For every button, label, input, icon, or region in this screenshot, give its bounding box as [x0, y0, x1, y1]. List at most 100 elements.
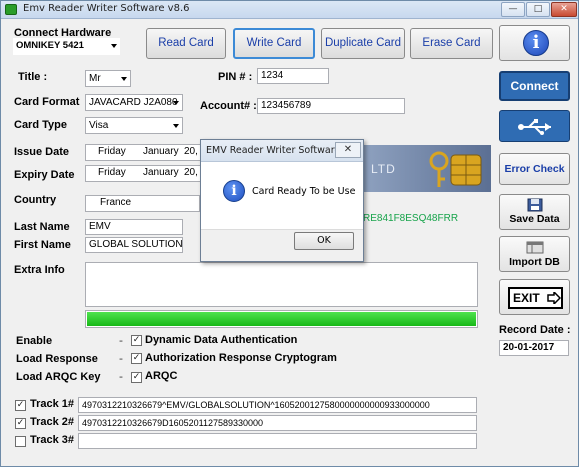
track-3-checkbox[interactable]	[15, 436, 26, 447]
load-arqc-checkbox[interactable]: ✓	[131, 372, 142, 383]
issue-date-picker[interactable]: Friday January 20,	[85, 144, 207, 161]
arrow-right-icon	[547, 292, 561, 304]
exit-icon: EXIT	[508, 287, 563, 309]
usb-icon	[518, 119, 551, 135]
record-date-label: Record Date :	[499, 324, 571, 336]
save-data-label: Save Data	[509, 213, 560, 225]
last-name-label: Last Name	[14, 221, 70, 233]
hardware-select-value: OMNIKEY 5421	[16, 40, 84, 51]
import-db-label: Import DB	[509, 256, 560, 268]
card-type-select-value: Visa	[89, 120, 109, 131]
account-label: Account# :	[200, 100, 257, 112]
write-card-button[interactable]: Write Card	[233, 28, 315, 59]
title-bar: Emv Reader Writer Software v8.6 — □ ✕	[1, 1, 578, 19]
message-dialog: EMV Reader Writer Software v... ✕ i Card…	[200, 139, 364, 262]
dialog-message: Card Ready To be Use	[252, 186, 356, 197]
track-1-checkbox[interactable]: ✓	[15, 400, 26, 411]
ok-button[interactable]: OK	[294, 232, 354, 250]
track-1-input[interactable]: 4970312210326679^EMV/GLOBALSOLUTION^1605…	[78, 397, 477, 413]
card-banner-image: LTD	[361, 145, 491, 192]
minimize-button[interactable]: —	[501, 2, 525, 17]
extra-info-label: Extra Info	[14, 264, 65, 276]
title-select-value: Mr	[89, 73, 101, 84]
track-2-label: Track 2#	[30, 416, 75, 428]
card-type-label: Card Type	[14, 119, 67, 131]
track-3-label: Track 3#	[30, 434, 75, 446]
error-check-button[interactable]: Error Check	[499, 153, 570, 185]
load-arqc-dash: -	[119, 370, 123, 383]
track-3-input[interactable]	[78, 433, 477, 449]
load-response-dash: -	[119, 352, 123, 365]
load-response-label: Load Response	[16, 353, 98, 365]
exit-button[interactable]: EXIT	[499, 279, 570, 315]
import-db-button[interactable]: Import DB	[499, 236, 570, 272]
track-1-label: Track 1#	[30, 398, 75, 410]
expiry-date-day: Friday	[98, 167, 126, 178]
usb-button[interactable]	[499, 110, 570, 142]
card-format-label: Card Format	[14, 96, 80, 108]
enable-checkbox[interactable]: ✓	[131, 335, 142, 346]
maximize-button[interactable]: □	[526, 2, 550, 17]
pin-label: PIN # :	[218, 71, 253, 83]
key-chip-icon	[429, 151, 482, 187]
country-input[interactable]: France	[85, 195, 200, 212]
enable-label: Enable	[16, 335, 53, 347]
card-format-select[interactable]: JAVACARD J2A080	[85, 94, 183, 111]
enable-dash: -	[119, 334, 123, 347]
load-arqc-label: Load ARQC Key	[16, 371, 101, 383]
issue-date-num: 20,	[184, 146, 198, 157]
dialog-title-bar: EMV Reader Writer Software v... ✕	[201, 140, 363, 162]
issue-date-label: Issue Date	[14, 146, 70, 158]
chevron-down-icon	[121, 77, 127, 81]
chevron-down-icon	[173, 124, 179, 128]
card-banner-text: LTD	[371, 162, 396, 176]
pin-input[interactable]: 1234	[257, 68, 329, 84]
database-icon	[526, 241, 544, 254]
first-name-label: First Name	[14, 239, 71, 251]
expiry-date-label: Expiry Date	[14, 169, 75, 181]
close-button[interactable]: ✕	[551, 2, 577, 17]
save-data-button[interactable]: Save Data	[499, 194, 570, 230]
window-title: Emv Reader Writer Software v8.6	[23, 3, 190, 14]
load-response-option-text: Authorization Response Cryptogram	[145, 352, 337, 364]
read-card-button[interactable]: Read Card	[146, 28, 226, 59]
progress-bar	[85, 310, 478, 328]
info-icon: i	[223, 180, 245, 202]
issue-date-month: January	[143, 146, 179, 157]
title-select[interactable]: Mr	[85, 70, 131, 87]
title-label: Title :	[18, 71, 48, 83]
expiry-date-month: January	[143, 167, 179, 178]
exit-label: EXIT	[513, 291, 540, 305]
extra-info-textarea[interactable]	[85, 262, 478, 307]
load-response-checkbox[interactable]: ✓	[131, 353, 142, 364]
track-2-checkbox[interactable]: ✓	[15, 418, 26, 429]
app-window: Emv Reader Writer Software v8.6 — □ ✕ Co…	[0, 0, 579, 467]
dialog-close-button[interactable]: ✕	[335, 142, 361, 158]
app-icon	[5, 4, 17, 15]
account-input[interactable]: 123456789	[257, 98, 405, 114]
record-date-input[interactable]: 20-01-2017	[499, 340, 569, 356]
connect-button[interactable]: Connect	[499, 71, 570, 101]
duplicate-card-button[interactable]: Duplicate Card	[321, 28, 405, 59]
last-name-input[interactable]: EMV	[85, 219, 183, 235]
progress-fill	[87, 312, 476, 326]
expiry-date-num: 20,	[184, 167, 198, 178]
enable-option-text: Dynamic Data Authentication	[145, 334, 298, 346]
track-2-input[interactable]: 4970312210326679D1605201127589330000	[78, 415, 477, 431]
card-type-select[interactable]: Visa	[85, 117, 183, 134]
erase-card-button[interactable]: Erase Card	[410, 28, 493, 59]
country-value: France	[100, 197, 132, 208]
first-name-input[interactable]: GLOBAL SOLUTION	[85, 237, 183, 253]
issue-date-day: Friday	[98, 146, 126, 157]
chevron-down-icon	[173, 101, 179, 105]
chevron-down-icon	[111, 44, 117, 48]
info-icon: i	[523, 30, 549, 56]
expiry-date-picker[interactable]: Friday January 20,	[85, 165, 207, 182]
load-arqc-option-text: ARQC	[145, 370, 178, 382]
info-button[interactable]: i	[499, 25, 570, 61]
card-format-select-value: JAVACARD J2A080	[89, 97, 178, 108]
save-icon	[527, 198, 543, 212]
country-label: Country	[14, 194, 57, 206]
hardware-select[interactable]: OMNIKEY 5421	[13, 38, 120, 55]
card-code-text: RE841F8ESQ48FRR	[363, 213, 459, 224]
